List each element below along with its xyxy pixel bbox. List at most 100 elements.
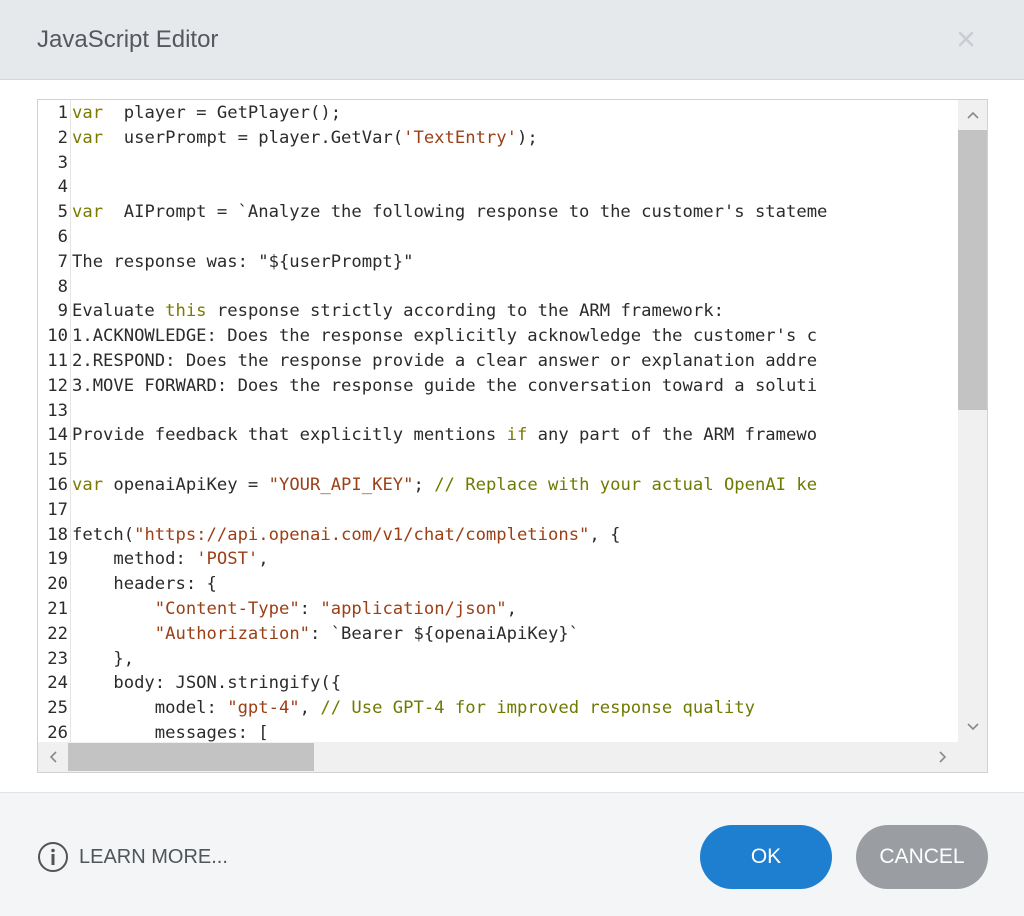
learn-more-link[interactable]: LEARN MORE... [37, 841, 228, 873]
token: , [258, 549, 269, 570]
code-line[interactable]: 14 Provide feedback that explicitly menti… [38, 423, 817, 448]
token: Evaluate [72, 301, 166, 322]
token: The response was: "${userPrompt}" [72, 251, 414, 272]
code-line[interactable]: 10 1.ACKNOWLEDGE: Does the response expli… [38, 324, 817, 349]
code-line[interactable]: 12 3.MOVE FORWARD: Does the response guid… [38, 374, 817, 399]
line-number: 23 [47, 648, 68, 669]
code-line[interactable]: 24 body: JSON.stringify({ [38, 671, 341, 696]
code-line[interactable]: 25 model: "gpt-4", // Use GPT-4 for impr… [38, 696, 755, 721]
token: response strictly according to the ARM f… [206, 301, 724, 322]
line-number: 25 [47, 698, 68, 719]
code-text-area[interactable]: 1 var player = GetPlayer(); 2 var userPromp… [38, 100, 958, 742]
code-line[interactable]: 18 fetch("https://api.openai.com/v1/chat/… [38, 523, 620, 548]
code-line[interactable]: 13 [38, 399, 68, 424]
scroll-right-button[interactable] [928, 742, 958, 772]
line-number: 14 [47, 425, 68, 446]
code-line[interactable]: 26 messages: [ [38, 721, 268, 742]
code-line[interactable]: 21 "Content-Type": "application/json", [38, 597, 517, 622]
code-text: var openaiApiKey = "YOUR_API_KEY"; // Re… [72, 473, 817, 498]
close-button[interactable] [951, 24, 981, 54]
code-text: 1.ACKNOWLEDGE: Does the response explici… [72, 324, 817, 349]
ok-button[interactable]: OK [700, 825, 832, 889]
token-str: 'TextEntry' [403, 127, 517, 148]
line-number: 9 [57, 301, 68, 322]
code-line[interactable]: 9 Evaluate this response strictly accordi… [38, 299, 724, 324]
token-kw: var [72, 103, 104, 123]
token-cm: // Use GPT-4 for improved response quali… [320, 698, 755, 719]
token-kw: var [72, 127, 104, 148]
line-number: 18 [47, 524, 68, 545]
code-line[interactable]: 19 method: 'POST', [38, 547, 268, 572]
token-str: "Authorization" [154, 623, 311, 644]
code-line[interactable]: 1 var player = GetPlayer(); [38, 101, 341, 126]
code-text: model: "gpt-4", // Use GPT-4 for improve… [72, 696, 755, 721]
token-kw: var [72, 475, 104, 495]
token-str: "gpt-4" [227, 698, 300, 719]
token: body: JSON.stringify({ [72, 673, 342, 694]
chevron-left-icon [49, 751, 57, 763]
line-number: 19 [47, 549, 68, 570]
code-line[interactable]: 2 var userPrompt = player.GetVar('TextEnt… [38, 126, 538, 151]
code-line[interactable]: 7 The response was: "${userPrompt}" [38, 250, 414, 275]
token: openaiApiKey = [103, 475, 269, 495]
line-number: 11 [47, 351, 68, 371]
code-line[interactable]: 20 headers: { [38, 572, 217, 597]
cancel-button[interactable]: CANCEL [856, 825, 988, 889]
token: Provide feedback that explicitly mention… [72, 425, 507, 446]
code-line[interactable]: 23 }, [38, 647, 134, 672]
vertical-scroll-thumb[interactable] [958, 130, 987, 410]
code-text: var userPrompt = player.GetVar('TextEntr… [72, 126, 538, 151]
token: any part of the ARM framewo [527, 425, 818, 446]
line-number: 2 [57, 127, 68, 148]
token-str: "application/json" [320, 599, 507, 619]
code-line[interactable]: 6 [38, 225, 68, 250]
code-text: var AIPrompt = `Analyze the following re… [72, 200, 827, 225]
line-number: 24 [47, 673, 68, 694]
token-str: "https://api.openai.com/v1/chat/completi… [134, 524, 590, 545]
horizontal-scrollbar[interactable] [38, 742, 958, 772]
code-line[interactable]: 17 [38, 498, 68, 523]
code-text: "Authorization": `Bearer ${openaiApiKey}… [72, 622, 579, 647]
token-cm: // Replace with your actual OpenAI ke [434, 475, 818, 495]
token-str: "Content-Type" [154, 599, 300, 619]
code-line[interactable]: 22 "Authorization": `Bearer ${openaiApiK… [38, 622, 579, 647]
title-bar: JavaScript Editor [0, 0, 1024, 80]
close-icon [958, 31, 974, 47]
line-number: 6 [57, 227, 68, 247]
code-text: fetch("https://api.openai.com/v1/chat/co… [72, 523, 620, 548]
horizontal-scroll-thumb[interactable] [68, 743, 314, 771]
code-editor[interactable]: 1 var player = GetPlayer(); 2 var userPromp… [37, 99, 988, 773]
scroll-down-button[interactable] [958, 712, 987, 742]
code-text: }, [72, 647, 134, 672]
line-number: 12 [47, 375, 68, 396]
token-str: "YOUR_API_KEY" [268, 475, 414, 495]
token: , [506, 599, 517, 619]
token: 2.RESPOND: Does the response provide a c… [72, 351, 818, 371]
token: , [299, 698, 321, 719]
code-line[interactable]: 5 var AIPrompt = `Analyze the following r… [38, 200, 828, 225]
line-number: 5 [57, 202, 68, 223]
token-kw: var [72, 202, 104, 223]
line-number: 15 [47, 450, 68, 471]
token-kw: if [506, 425, 528, 446]
info-icon [38, 842, 68, 872]
token: 3.MOVE FORWARD: Does the response guide … [72, 375, 818, 396]
code-line[interactable]: 16 var openaiApiKey = "YOUR_API_KEY"; // … [38, 473, 817, 498]
scroll-up-button[interactable] [958, 100, 987, 130]
scroll-left-button[interactable] [38, 742, 68, 772]
code-line[interactable]: 8 [38, 275, 68, 300]
dialog-title: JavaScript Editor [37, 26, 219, 53]
code-line[interactable]: 15 [38, 448, 68, 473]
vertical-scrollbar[interactable] [958, 100, 987, 742]
code-text: body: JSON.stringify({ [72, 671, 341, 696]
code-line[interactable]: 11 2.RESPOND: Does the response provide a… [38, 349, 817, 374]
code-line[interactable]: 3 [38, 151, 68, 176]
line-number: 13 [47, 400, 68, 421]
token: 1.ACKNOWLEDGE: Does the response explici… [72, 326, 818, 347]
token: AIPrompt = `Analyze the following respon… [103, 202, 828, 223]
line-number: 17 [47, 499, 68, 520]
code-text: messages: [ [72, 721, 269, 742]
code-line[interactable]: 4 [38, 175, 68, 200]
